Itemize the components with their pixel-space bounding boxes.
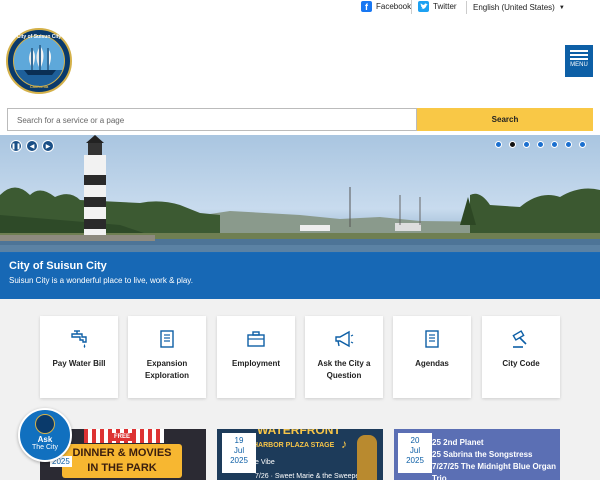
event-headline: DINNER & MOVIES IN THE PARK <box>62 444 182 478</box>
event-line: 7/26 · Sweet Marie & the Sweepers <box>255 473 366 480</box>
document-icon <box>425 330 439 348</box>
event-line: e Vibe <box>255 459 275 466</box>
tile-city-code[interactable]: City Code <box>482 316 560 398</box>
guitar-icon <box>357 435 377 480</box>
date-badge: 20 Jul 2025 <box>398 433 432 473</box>
tile-pay-water-bill[interactable]: Pay Water Bill <box>40 316 118 398</box>
chevron-left-icon: ◀ <box>29 143 35 150</box>
menu-label: MENU <box>570 62 588 68</box>
menu-button[interactable]: MENU <box>565 45 593 77</box>
ask-label: Ask <box>37 435 53 444</box>
date-badge-year: 2025 <box>230 456 248 465</box>
ask-sublabel: The City <box>31 444 59 451</box>
slide-dot[interactable] <box>523 141 530 148</box>
logo-subtext: California <box>29 84 49 89</box>
hamburger-bar <box>570 54 588 56</box>
city-seal-logo[interactable]: City of Suisun City California <box>6 28 72 94</box>
language-selector[interactable]: English (United States) ▼ <box>466 1 571 14</box>
lineup-line: 25 Sabrina the Songstress <box>432 450 533 459</box>
event-header: WATERFRONT <box>257 429 341 437</box>
chevron-right-icon: ▶ <box>45 143 51 150</box>
search-input[interactable]: Search for a service or a page <box>7 108 417 131</box>
tile-agendas[interactable]: Agendas <box>393 316 471 398</box>
slide-dot[interactable] <box>495 141 502 148</box>
slide-dot[interactable] <box>579 141 586 148</box>
twitter-label: Twitter <box>433 2 457 11</box>
tile-label: Agendas <box>415 359 449 368</box>
lineup-line: 7/27/25 The Midnight Blue Organ Trio <box>432 462 557 480</box>
tile-ask-the-city[interactable]: Ask the City a Question <box>305 316 383 398</box>
free-tag: FREE <box>110 433 135 441</box>
search-button-label: Search <box>491 115 519 124</box>
previous-button[interactable]: ◀ <box>26 140 38 152</box>
headline-line-1: DINNER & MOVIES <box>72 447 172 459</box>
event-card-waterfront[interactable]: WATERFRONT HARBOR PLAZA STAGE e Vibe 7/2… <box>217 429 383 480</box>
ship-emblem-icon <box>13 35 65 87</box>
facebook-label: Facebook <box>376 2 412 11</box>
briefcase-icon <box>247 331 265 347</box>
date-badge-day: 20 <box>410 436 420 445</box>
pause-button[interactable]: ❚❚ <box>10 140 22 152</box>
event-subheader: HARBOR PLAZA STAGE <box>253 442 335 449</box>
slide-dot[interactable] <box>565 141 572 148</box>
date-badge-month: Jul <box>233 446 245 455</box>
ask-the-city-button[interactable]: Ask The City <box>18 408 72 462</box>
search-placeholder: Search for a service or a page <box>17 116 125 125</box>
facebook-link[interactable]: f Facebook <box>361 1 411 12</box>
facebook-icon: f <box>361 1 372 12</box>
tile-label: Ask the City a Question <box>317 359 371 380</box>
search-button[interactable]: Search <box>417 108 593 131</box>
slide-dot[interactable] <box>537 141 544 148</box>
divider <box>411 0 412 14</box>
tile-label: Pay Water Bill <box>52 359 106 368</box>
chevron-down-icon: ▼ <box>558 4 565 11</box>
tile-expansion-exploration[interactable]: Expansion Exploration <box>128 316 206 398</box>
slide-dot-active[interactable] <box>509 141 516 148</box>
date-badge-year: 2025 <box>406 456 424 465</box>
top-utility-bar: f Facebook Twitter English (United State… <box>0 0 600 15</box>
slide-dot[interactable] <box>551 141 558 148</box>
logo-text: City of Suisun City <box>16 34 62 40</box>
document-icon <box>160 330 174 348</box>
tile-label: Expansion Exploration <box>144 359 189 380</box>
date-badge: 19 Jul 2025 <box>222 433 256 473</box>
lineup-line: 25 2nd Planet <box>432 438 484 447</box>
event-lineup: 25 2nd Planet 25 Sabrina the Songstress … <box>432 437 560 480</box>
hero-subtitle: Suisun City is a wonderful place to live… <box>9 276 193 285</box>
hamburger-bar <box>570 58 588 60</box>
music-note-icon: ♪ <box>341 437 347 451</box>
gavel-icon <box>512 330 527 348</box>
twitter-icon <box>418 1 429 12</box>
headline-line-2: IN THE PARK <box>87 462 157 474</box>
hero-title: City of Suisun City <box>9 260 107 272</box>
tile-label: City Code <box>502 359 540 368</box>
hero-caption: City of Suisun City Suisun City is a won… <box>0 252 600 299</box>
tile-label: Employment <box>231 359 280 368</box>
event-card-concerts[interactable]: 25 2nd Planet 25 Sabrina the Songstress … <box>394 429 560 480</box>
tile-employment[interactable]: Employment <box>217 316 295 398</box>
city-seal-icon <box>35 414 55 434</box>
twitter-link[interactable]: Twitter <box>418 1 457 12</box>
water-faucet-icon <box>71 330 87 348</box>
next-button[interactable]: ▶ <box>42 140 54 152</box>
megaphone-icon <box>335 330 354 348</box>
date-badge-month: Jul <box>409 446 421 455</box>
date-badge-day: 19 <box>234 436 244 445</box>
hamburger-icon <box>570 50 588 52</box>
language-label: English (United States) <box>473 3 555 12</box>
pause-icon: ❚❚ <box>10 143 22 150</box>
